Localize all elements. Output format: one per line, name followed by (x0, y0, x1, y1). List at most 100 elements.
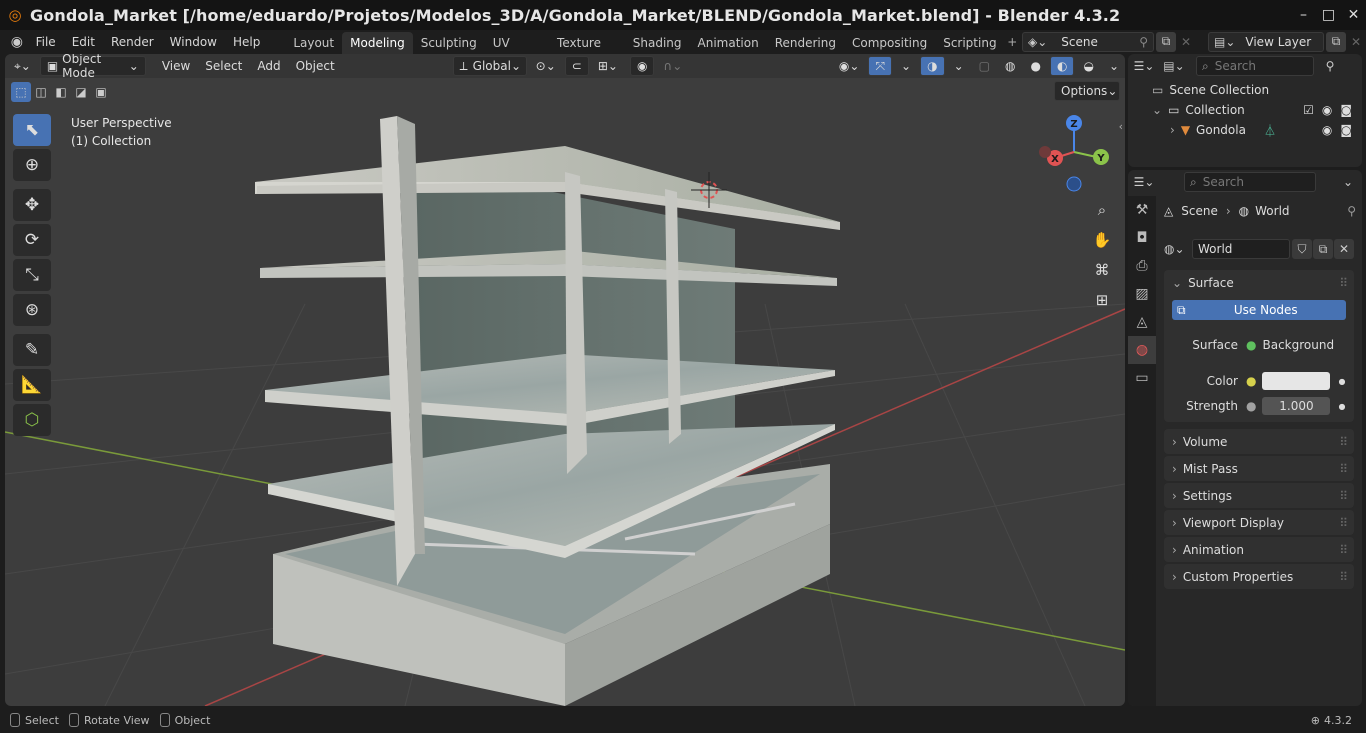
editor-type-icon[interactable]: ⌖⌄ (8, 56, 37, 76)
scene-selector[interactable]: ◈⌄ Scene ⚲ (1022, 31, 1154, 52)
tab-animation[interactable]: Animation (690, 32, 767, 54)
drag-handle-icon[interactable]: ⠿ (1339, 489, 1348, 503)
tab-shading[interactable]: Shading (625, 32, 690, 54)
menu-object[interactable]: Object (290, 56, 341, 76)
zoom-icon[interactable]: ⌕ (1088, 196, 1116, 224)
xray-toggle-icon[interactable]: ▢ (973, 56, 996, 76)
tab-modeling[interactable]: Modeling (342, 31, 413, 54)
proportional-editing-icon[interactable]: ◉ (629, 56, 655, 76)
orthographic-grid-icon[interactable]: ⊞ (1088, 286, 1116, 314)
select-extend-icon[interactable]: ◫ (31, 82, 51, 102)
rendered-shading-icon[interactable]: ◒ (1077, 56, 1099, 76)
duplicate-icon[interactable]: ⧉ (1313, 239, 1333, 259)
properties-search-input[interactable]: ⌕ Search (1184, 172, 1316, 192)
solid-shading-icon[interactable]: ● (1024, 56, 1046, 76)
select-box-tool-icon[interactable]: ⬉ (13, 114, 51, 146)
scene-tab-icon[interactable]: ◬ (1128, 308, 1156, 336)
volume-panel[interactable]: › Volume ⠿ (1164, 429, 1354, 454)
rotate-tool-icon[interactable]: ⟳ (13, 224, 51, 256)
delete-view-layer-button[interactable]: ✕ (1346, 32, 1366, 52)
visibility-icon[interactable]: ◉⌄ (833, 56, 866, 76)
eye-icon[interactable]: ◉ (1322, 123, 1332, 137)
surface-panel-header[interactable]: ⌄ Surface ⠿ (1164, 270, 1354, 295)
add-cube-tool-icon[interactable]: ⬡ (13, 404, 51, 436)
gizmo-toggle-icon[interactable]: ⤧ (868, 56, 893, 76)
menu-file[interactable]: File (28, 32, 64, 52)
shading-options-icon[interactable]: ⌄ (1103, 56, 1125, 76)
outliner-search-input[interactable]: ⌕ Search (1196, 56, 1314, 76)
pin-icon[interactable]: ⚲ (1139, 35, 1148, 49)
view-layer-selector[interactable]: ▤⌄ View Layer (1208, 31, 1324, 52)
measure-tool-icon[interactable]: 📐 (13, 369, 51, 401)
menu-window[interactable]: Window (162, 32, 225, 52)
select-invert-icon[interactable]: ◪ (71, 82, 91, 102)
outliner-row-gondola[interactable]: › ▼ Gondola ⏃ ◉ ◙ (1128, 120, 1362, 140)
collection-tab-icon[interactable]: ▭ (1128, 364, 1156, 392)
menu-select[interactable]: Select (199, 56, 248, 76)
material-shading-icon[interactable]: ◐ (1049, 56, 1075, 76)
snap-target-icon[interactable]: ⊞⌄ (592, 56, 624, 76)
3d-viewport[interactable]: ⌖⌄ ▣ Object Mode ⌄ View Select Add Objec… (5, 54, 1125, 706)
scale-tool-icon[interactable]: ⤡ (13, 259, 51, 291)
outliner-row-collection[interactable]: ⌄ ▭ Collection ☑ ◉ ◙ (1128, 100, 1362, 120)
chevron-down-icon[interactable]: ⌄ (1152, 103, 1162, 117)
menu-help[interactable]: Help (225, 32, 268, 52)
animation-panel[interactable]: › Animation ⠿ (1164, 537, 1354, 562)
unlink-icon[interactable]: ✕ (1334, 239, 1354, 259)
eye-icon[interactable]: ◉ (1322, 103, 1332, 117)
camera-view-icon[interactable]: ⌘ (1088, 256, 1116, 284)
pin-icon[interactable]: ⚲ (1347, 204, 1356, 218)
outliner-row-scene-collection[interactable]: ▭ Scene Collection (1128, 80, 1362, 100)
select-intersect-icon[interactable]: ▣ (91, 82, 111, 102)
fake-user-shield-icon[interactable]: ⛉ (1292, 239, 1312, 259)
gondola-object[interactable] (255, 116, 840, 706)
navigation-gizmo[interactable]: Z Y X (1035, 112, 1115, 192)
world-browse-icon[interactable]: ◍⌄ (1164, 242, 1192, 256)
tool-tab-icon[interactable]: ⚒ (1128, 196, 1156, 224)
tab-rendering[interactable]: Rendering (767, 32, 844, 54)
view-layer-tab-icon[interactable]: ▨ (1128, 280, 1156, 308)
pivot-point-icon[interactable]: ⊙⌄ (530, 56, 562, 76)
mode-selector[interactable]: ▣ Object Mode ⌄ (39, 54, 146, 80)
viewport-scene[interactable] (5, 54, 1125, 706)
world-tab-icon[interactable]: ◍ (1128, 336, 1156, 364)
options-chevron-icon[interactable]: ⌄ (1338, 172, 1358, 192)
render-tab-icon[interactable]: ◘ (1128, 224, 1156, 252)
tab-uv-editing[interactable]: UV Editing (485, 32, 549, 72)
drag-handle-icon[interactable]: ⠿ (1339, 276, 1348, 290)
tab-sculpting[interactable]: Sculpting (413, 32, 485, 54)
maximize-button[interactable]: □ (1316, 0, 1341, 30)
tab-layout[interactable]: Layout (285, 32, 342, 54)
keyframe-dot-icon[interactable]: ● (1338, 402, 1345, 411)
checkbox-icon[interactable]: ☑ (1303, 103, 1314, 117)
menu-render[interactable]: Render (103, 32, 162, 52)
settings-panel[interactable]: › Settings ⠿ (1164, 483, 1354, 508)
drag-handle-icon[interactable]: ⠿ (1339, 570, 1348, 584)
overlay-toggle-icon[interactable]: ◑ (920, 56, 945, 76)
custom-properties-panel[interactable]: › Custom Properties ⠿ (1164, 564, 1354, 589)
blender-menu-icon[interactable]: ◉ (6, 34, 28, 50)
menu-add[interactable]: Add (251, 56, 286, 76)
close-button[interactable]: ✕ (1341, 0, 1366, 30)
annotate-tool-icon[interactable]: ✎ (13, 334, 51, 366)
drag-handle-icon[interactable]: ⠿ (1339, 516, 1348, 530)
tab-compositing[interactable]: Compositing (844, 32, 935, 54)
new-scene-button[interactable]: ⧉ (1156, 31, 1176, 52)
use-nodes-button[interactable]: ⧉ Use Nodes (1172, 300, 1346, 320)
tab-scripting[interactable]: Scripting (935, 32, 1004, 54)
drag-handle-icon[interactable]: ⠿ (1339, 462, 1348, 476)
surface-shader-field[interactable]: ● Background (1246, 338, 1334, 352)
sidebar-toggle-icon[interactable]: ‹ (1119, 120, 1123, 133)
pan-hand-icon[interactable]: ✋ (1088, 226, 1116, 254)
outliner-editor-icon[interactable]: ☰⌄ (1134, 56, 1155, 76)
chevron-right-icon[interactable]: › (1170, 123, 1175, 137)
filter-icon[interactable]: ⚲ (1320, 56, 1340, 76)
world-name-field[interactable]: World (1192, 239, 1290, 259)
properties-editor-icon[interactable]: ☰⌄ (1134, 172, 1155, 192)
new-view-layer-button[interactable]: ⧉ (1326, 31, 1346, 52)
transform-orientation-selector[interactable]: ⟂ Global ⌄ (452, 56, 527, 76)
strength-field[interactable]: 1.000 (1262, 397, 1331, 415)
options-dropdown[interactable]: Options ⌄ (1054, 81, 1120, 101)
select-subtract-icon[interactable]: ◧ (51, 82, 71, 102)
color-swatch[interactable] (1262, 372, 1331, 390)
